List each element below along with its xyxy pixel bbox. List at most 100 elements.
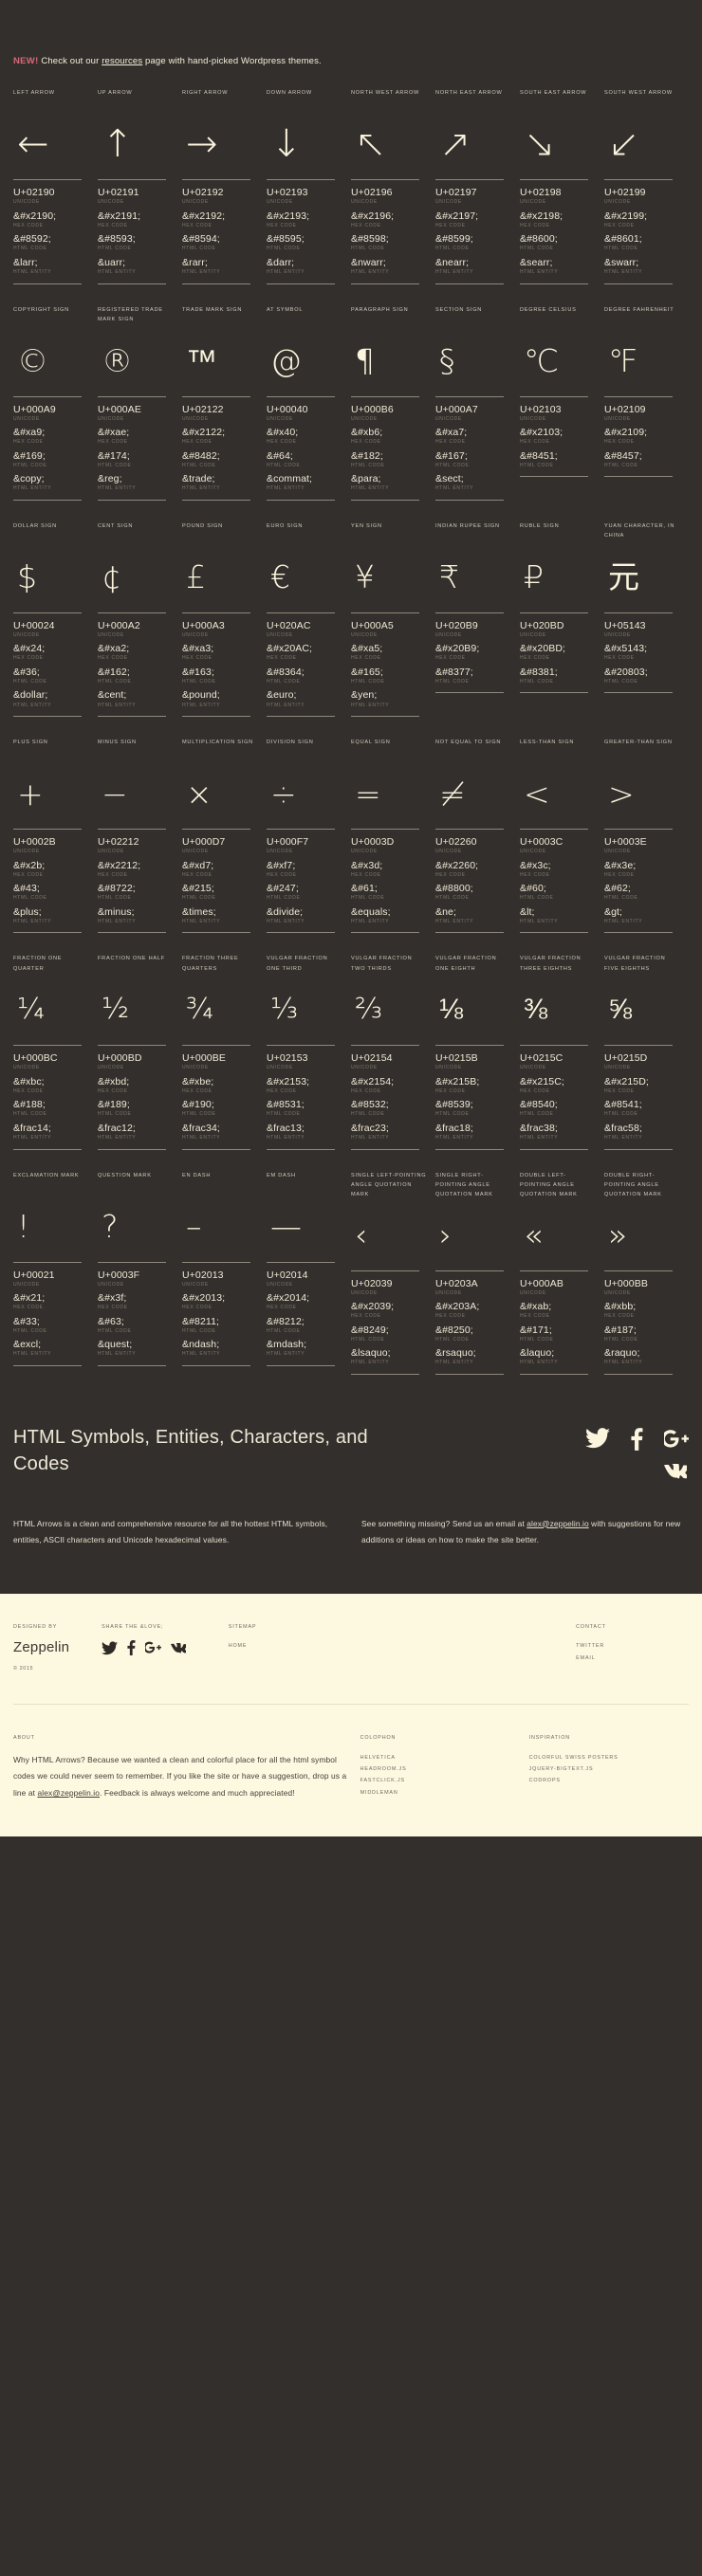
code-html[interactable]: &#8457; [604, 450, 681, 462]
symbol-cell[interactable]: YUAN CHARACTER, IN CHINA 元 U+05143 UNICODE &… [604, 521, 689, 717]
colophon-link[interactable]: HELVETICA [360, 1752, 529, 1763]
code-html[interactable]: &#8250; [435, 1325, 512, 1336]
sitemap-link[interactable]: HOME [229, 1640, 576, 1652]
symbol-cell[interactable]: NOT EQUAL TO SIGN ≠ U+02260 UNICODE &#x2260;… [435, 738, 520, 934]
symbol-cell[interactable]: EM DASH — U+02014 UNICODE &#x2014; HEX CODE &#… [267, 1171, 351, 1375]
code-html[interactable]: &#8540; [520, 1099, 597, 1110]
code-entity[interactable]: &commat; [267, 473, 343, 484]
code-hex[interactable]: &#x21; [13, 1292, 90, 1304]
code-html[interactable]: &#8541; [604, 1099, 681, 1110]
email-link[interactable]: alex@zeppelin.io [526, 1519, 589, 1528]
code-entity[interactable]: &rarr; [182, 257, 259, 268]
symbol-cell[interactable]: DEGREE CELSIUS ℃ U+02103 UNICODE &#x2103; HEX… [520, 305, 604, 501]
symbol-cell[interactable]: SOUTH WEST ARROW ↙ U+02199 UNICODE &#x2199; H… [604, 88, 689, 284]
code-entity[interactable]: &darr; [267, 257, 343, 268]
code-html[interactable]: &#8800; [435, 883, 512, 894]
code-hex[interactable]: &#xab; [520, 1301, 597, 1312]
symbol-cell[interactable]: TRADE MARK SIGN ™ U+02122 UNICODE &#x2122; HE… [182, 305, 267, 501]
code-hex[interactable]: &#x203A; [435, 1301, 512, 1312]
code-unicode[interactable]: U+02014 [267, 1270, 343, 1281]
code-hex[interactable]: &#xf7; [267, 860, 343, 871]
code-html[interactable]: &#62; [604, 883, 681, 894]
code-html[interactable]: &#8594; [182, 233, 259, 245]
symbol-cell[interactable]: PLUS SIGN + U+0002B UNICODE &#x2b; HEX CODE &#… [13, 738, 98, 934]
symbol-cell[interactable]: VULGAR FRACTION ONE THIRD ⅓ U+02153 UNICODE… [267, 954, 351, 1150]
symbol-cell[interactable]: YEN SIGN ¥ U+000A5 UNICODE &#xa5; HEX CODE &#1… [351, 521, 435, 718]
code-unicode[interactable]: U+00040 [267, 404, 343, 415]
symbol-cell[interactable]: QUESTION MARK? U+0003F UNICODE &#x3f; HEX CO… [98, 1171, 182, 1375]
code-entity[interactable]: &gt; [604, 906, 681, 918]
code-unicode[interactable]: U+020AC [267, 620, 343, 631]
code-unicode[interactable]: U+0215C [520, 1052, 597, 1064]
code-entity[interactable]: &trade; [182, 473, 259, 484]
symbol-cell[interactable]: AT SYMBOL @ U+00040 UNICODE &#x40; HEX CODE &#… [267, 305, 351, 501]
code-unicode[interactable]: U+000A9 [13, 404, 90, 415]
code-hex[interactable]: &#x2260; [435, 860, 512, 871]
code-html[interactable]: &#190; [182, 1099, 259, 1110]
code-html[interactable]: &#188; [13, 1099, 90, 1110]
code-hex[interactable]: &#x215B; [435, 1076, 512, 1087]
code-entity[interactable]: &cent; [98, 689, 175, 701]
code-hex[interactable]: &#x2212; [98, 860, 175, 871]
code-hex[interactable]: &#x20AC; [267, 643, 343, 654]
symbol-cell[interactable]: REGISTERED TRADE MARK SIGN ® U+000AE UNICOD… [98, 305, 182, 501]
symbol-cell[interactable]: MULTIPLICATION SIGN × U+000D7 UNICODE &#xd7;… [182, 738, 267, 934]
code-unicode[interactable]: U+000D7 [182, 836, 259, 848]
symbol-cell[interactable]: LEFT ARROW ← U+02190 UNICODE &#x2190; HEX COD… [13, 88, 98, 284]
symbol-cell[interactable]: SINGLE RIGHT-POINTING ANGLE QUOTATION MA… [435, 1171, 520, 1375]
code-html[interactable]: &#64; [267, 450, 343, 462]
code-html[interactable]: &#8364; [267, 667, 343, 678]
code-unicode[interactable]: U+02190 [13, 187, 90, 198]
symbol-cell[interactable]: DEGREE FAHRENHEIT ℉ U+02109 UNICODE &#x2109;… [604, 305, 689, 501]
code-hex[interactable]: &#x3d; [351, 860, 428, 871]
code-unicode[interactable]: U+000A7 [435, 404, 512, 415]
code-html[interactable]: &#8722; [98, 883, 175, 894]
code-unicode[interactable]: U+000A5 [351, 620, 428, 631]
code-html[interactable]: &#174; [98, 450, 175, 462]
code-entity[interactable]: &lt; [520, 906, 597, 918]
symbol-cell[interactable]: SECTION SIGN § U+000A7 UNICODE &#xa7; HEX COD… [435, 305, 520, 501]
code-unicode[interactable]: U+02039 [351, 1278, 428, 1289]
code-unicode[interactable]: U+00021 [13, 1270, 90, 1281]
symbol-cell[interactable]: EN DASH – U+02013 UNICODE &#x2013; HEX CODE &#… [182, 1171, 267, 1375]
code-hex[interactable]: &#xbd; [98, 1076, 175, 1087]
symbol-cell[interactable]: RUBLE SIGN ₽ U+020BD UNICODE &#x20BD; HEX COD… [520, 521, 604, 717]
code-hex[interactable]: &#x2039; [351, 1301, 428, 1312]
code-entity[interactable]: &swarr; [604, 257, 681, 268]
code-hex[interactable]: &#x2190; [13, 210, 90, 222]
code-unicode[interactable]: U+02153 [267, 1052, 343, 1064]
symbol-cell[interactable]: NORTH EAST ARROW ↗ U+02197 UNICODE &#x2197; H… [435, 88, 520, 284]
code-unicode[interactable]: U+02193 [267, 187, 343, 198]
symbol-cell[interactable]: FRACTION THREE QUARTERS ¾ U+000BE UNICODE &#… [182, 954, 267, 1150]
code-entity[interactable]: &sect; [435, 473, 512, 484]
symbol-cell[interactable]: MINUS SIGN − U+02212 UNICODE &#x2212; HEX COD… [98, 738, 182, 934]
code-entity[interactable]: &frac13; [267, 1123, 343, 1134]
code-hex[interactable]: &#x2b; [13, 860, 90, 871]
code-hex[interactable]: &#x3f; [98, 1292, 175, 1304]
code-entity[interactable]: &lsaquo; [351, 1347, 428, 1359]
code-unicode[interactable]: U+02154 [351, 1052, 428, 1064]
code-html[interactable]: &#8381; [520, 667, 597, 678]
code-hex[interactable]: &#x2198; [520, 210, 597, 222]
code-hex[interactable]: &#x215C; [520, 1076, 597, 1087]
code-unicode[interactable]: U+0003F [98, 1270, 175, 1281]
code-html[interactable]: &#33; [13, 1316, 90, 1327]
code-entity[interactable]: &quest; [98, 1339, 175, 1350]
inspiration-link[interactable]: COLORFUL SWISS POSTERS [529, 1752, 689, 1763]
code-entity[interactable]: &larr; [13, 257, 90, 268]
code-entity[interactable]: &frac18; [435, 1123, 512, 1134]
symbol-cell[interactable]: GREATER-THAN SIGN > U+0003E UNICODE &#x3e; HE… [604, 738, 689, 934]
code-hex[interactable]: &#x5143; [604, 643, 681, 654]
code-html[interactable]: &#8592; [13, 233, 90, 245]
colophon-link[interactable]: FASTCLICK.JS [360, 1775, 529, 1786]
code-hex[interactable]: &#xa2; [98, 643, 175, 654]
code-hex[interactable]: &#xae; [98, 427, 175, 438]
code-unicode[interactable]: U+000BD [98, 1052, 175, 1064]
inspiration-link[interactable]: JQUERY-BIGTEXT.JS [529, 1763, 689, 1775]
code-unicode[interactable]: U+02198 [520, 187, 597, 198]
symbol-cell[interactable]: EQUAL SIGN = U+0003D UNICODE &#x3d; HEX CODE &… [351, 738, 435, 934]
code-html[interactable]: &#8598; [351, 233, 428, 245]
symbol-cell[interactable]: VULGAR FRACTION TWO THIRDS ⅔ U+02154 UNICOD… [351, 954, 435, 1150]
code-unicode[interactable]: U+02197 [435, 187, 512, 198]
code-html[interactable]: &#8377; [435, 667, 512, 678]
